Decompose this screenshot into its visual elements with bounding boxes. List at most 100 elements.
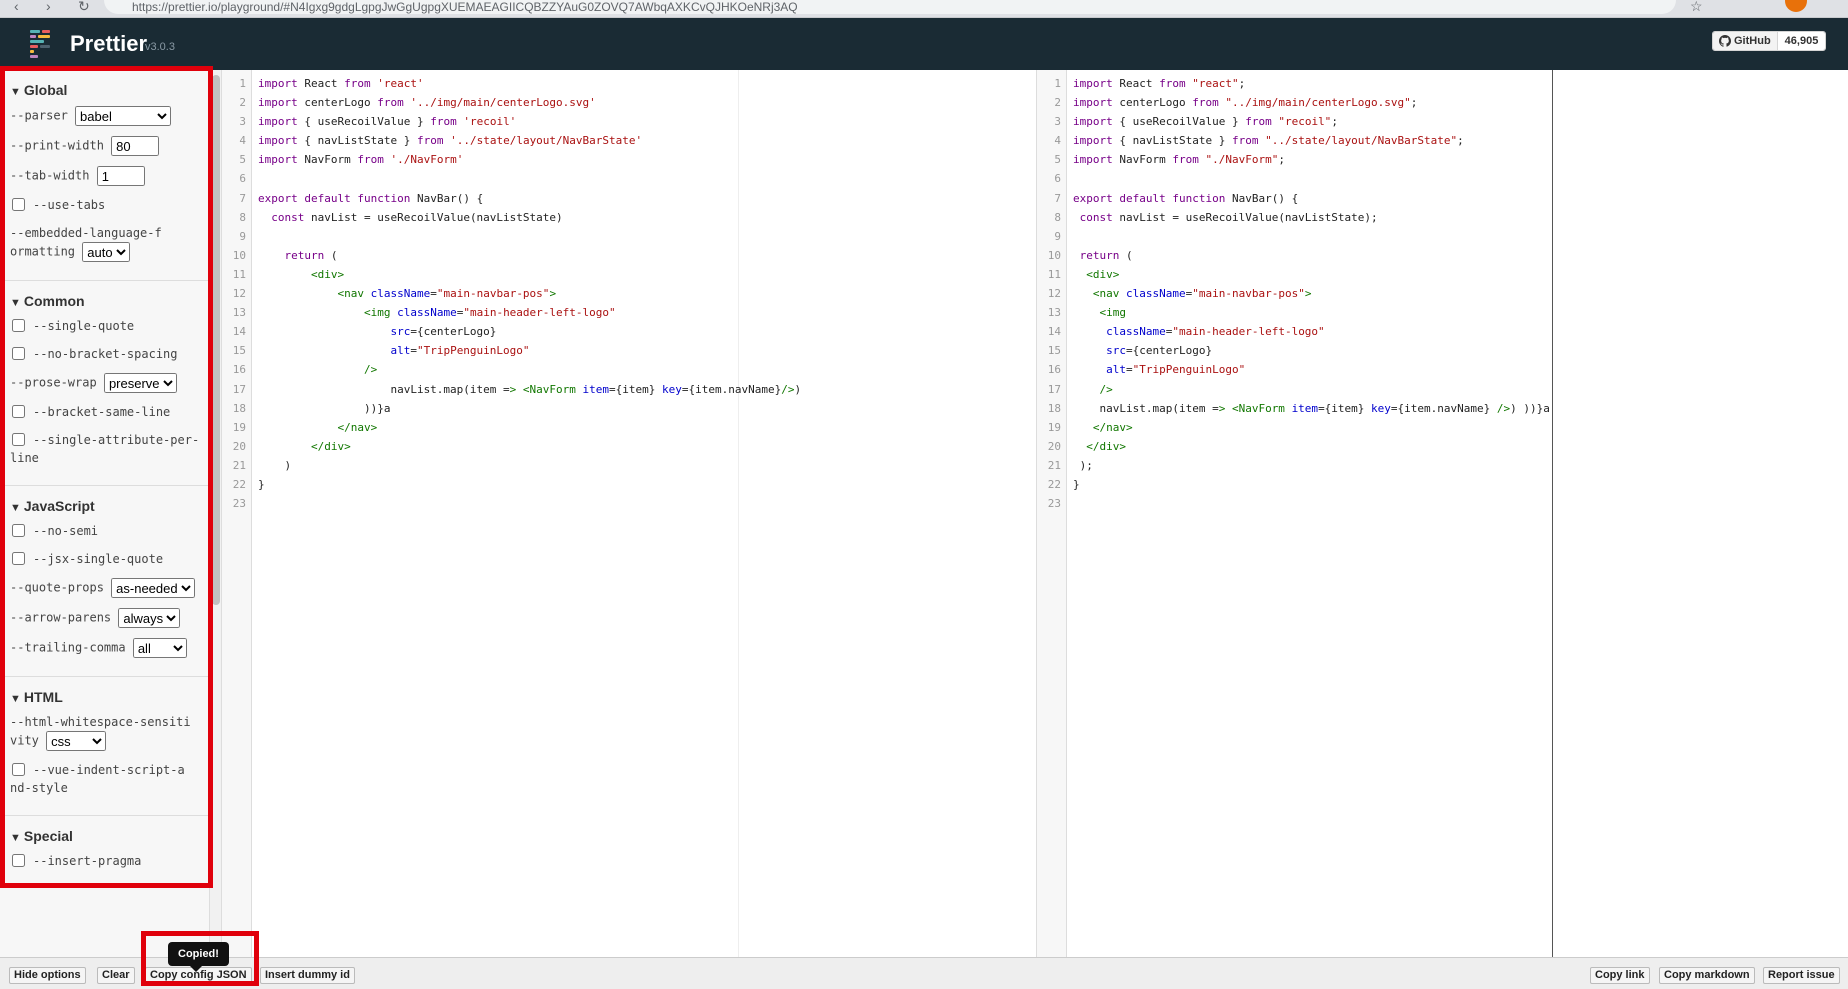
output-line[interactable]: 2 import centerLogo from "../img/main/cen… bbox=[1037, 93, 1552, 112]
input-line[interactable]: 14 src={centerLogo} bbox=[222, 322, 1036, 341]
code-text[interactable]: export default function NavBar() { bbox=[1073, 189, 1298, 208]
input-line[interactable]: 12 <nav className="main-navbar-pos"> bbox=[222, 284, 1036, 303]
code-text[interactable]: alt="TripPenguinLogo" bbox=[258, 341, 529, 360]
reload-icon[interactable]: ↻ bbox=[78, 0, 90, 13]
github-button[interactable]: GitHub 46,905 bbox=[1712, 31, 1827, 51]
code-text[interactable]: src={centerLogo} bbox=[1073, 341, 1212, 360]
star-icon[interactable]: ☆ bbox=[1690, 0, 1703, 13]
print-width-input[interactable] bbox=[111, 136, 160, 156]
trailing-comma-select[interactable]: all bbox=[132, 638, 187, 658]
code-text[interactable]: } bbox=[258, 475, 265, 494]
no-semi-checkbox[interactable] bbox=[12, 524, 25, 537]
copy-link-button[interactable]: Copy link bbox=[1590, 967, 1650, 984]
code-text[interactable]: <div> bbox=[1073, 265, 1119, 284]
output-line[interactable]: 13 <img bbox=[1037, 303, 1552, 322]
code-text[interactable]: alt="TripPenguinLogo" bbox=[1073, 360, 1245, 379]
input-line[interactable]: 23 bbox=[222, 494, 1036, 513]
code-text[interactable]: ))}a bbox=[258, 399, 391, 418]
code-text[interactable]: </nav> bbox=[1073, 418, 1133, 437]
input-code[interactable]: 1 import React from 'react' 2 import center… bbox=[222, 74, 1036, 513]
prose-wrap-select[interactable]: preserve bbox=[103, 373, 177, 393]
code-text[interactable]: /> bbox=[258, 360, 377, 379]
no-bracket-spacing-checkbox[interactable] bbox=[12, 347, 25, 360]
output-line[interactable]: 18 navList.map(item => <NavForm item={it… bbox=[1037, 399, 1552, 418]
report-issue-button[interactable]: Report issue bbox=[1763, 967, 1840, 984]
single-attribute-per-line-checkbox[interactable] bbox=[12, 433, 25, 446]
code-text[interactable]: import React from "react"; bbox=[1073, 74, 1245, 93]
code-text[interactable]: const navList = useRecoilValue(navListSt… bbox=[1073, 208, 1378, 227]
section-toggle-global[interactable]: ▼ Global bbox=[10, 82, 209, 98]
input-line[interactable]: 20 </div> bbox=[222, 437, 1036, 456]
code-text[interactable]: className="main-header-left-logo" bbox=[1073, 322, 1325, 341]
jsx-single-quote-checkbox[interactable] bbox=[12, 552, 25, 565]
output-line[interactable]: 21 ); bbox=[1037, 456, 1552, 475]
hide-options-button[interactable]: Hide options bbox=[9, 967, 86, 984]
code-text[interactable]: <nav className="main-navbar-pos"> bbox=[258, 284, 556, 303]
clear-button[interactable]: Clear bbox=[97, 967, 135, 984]
input-line[interactable]: 10 return ( bbox=[222, 246, 1036, 265]
input-line[interactable]: 8 const navList = useRecoilValue(navList… bbox=[222, 208, 1036, 227]
input-line[interactable]: 6 bbox=[222, 169, 1036, 188]
avatar[interactable] bbox=[1785, 0, 1807, 12]
html-whitespace-select[interactable]: css bbox=[46, 731, 107, 751]
input-line[interactable]: 7 export default function NavBar() { bbox=[222, 189, 1036, 208]
output-line[interactable]: 22} bbox=[1037, 475, 1552, 494]
code-text[interactable]: import { useRecoilValue } from "recoil"; bbox=[1073, 112, 1338, 131]
section-toggle-special[interactable]: ▼ Special bbox=[10, 828, 209, 844]
code-text[interactable]: <img bbox=[1073, 303, 1127, 322]
tab-width-input[interactable] bbox=[96, 166, 145, 186]
code-text[interactable]: </div> bbox=[258, 437, 351, 456]
input-line[interactable]: 9 bbox=[222, 227, 1036, 246]
back-icon[interactable]: ‹ bbox=[14, 0, 19, 13]
code-text[interactable]: </div> bbox=[1073, 437, 1126, 456]
input-line[interactable]: 17 navList.map(item => <NavForm item={it… bbox=[222, 380, 1036, 399]
input-editor[interactable]: 1 import React from 'react' 2 import center… bbox=[222, 70, 1036, 957]
code-text[interactable]: import { useRecoilValue } from 'recoil' bbox=[258, 112, 516, 131]
output-line[interactable]: 19 </nav> bbox=[1037, 418, 1552, 437]
code-text[interactable]: return ( bbox=[1073, 246, 1133, 265]
input-line[interactable]: 2 import centerLogo from '../img/main/cen… bbox=[222, 93, 1036, 112]
input-line[interactable]: 5 import NavForm from './NavForm' bbox=[222, 150, 1036, 169]
code-text[interactable]: <div> bbox=[258, 265, 344, 284]
code-text[interactable]: import React from 'react' bbox=[258, 74, 424, 93]
code-text[interactable]: import centerLogo from "../img/main/cent… bbox=[1073, 93, 1417, 112]
code-text[interactable]: import { navListState } from '../state/l… bbox=[258, 131, 642, 150]
bracket-same-line-checkbox[interactable] bbox=[12, 405, 25, 418]
code-text[interactable]: ); bbox=[1073, 456, 1093, 475]
code-text[interactable]: </nav> bbox=[258, 418, 377, 437]
code-text[interactable]: import { navListState } from "../state/l… bbox=[1073, 131, 1464, 150]
code-text[interactable]: import NavForm from "./NavForm"; bbox=[1073, 150, 1285, 169]
code-text[interactable]: import NavForm from './NavForm' bbox=[258, 150, 463, 169]
code-text[interactable]: navList.map(item => <NavForm item={item}… bbox=[1073, 399, 1549, 418]
scrollbar-thumb[interactable] bbox=[212, 75, 220, 605]
code-text[interactable]: export default function NavBar() { bbox=[258, 189, 483, 208]
section-toggle-common[interactable]: ▼ Common bbox=[10, 293, 209, 309]
github-star-count[interactable]: 46,905 bbox=[1776, 32, 1826, 50]
input-line[interactable]: 19 </nav> bbox=[222, 418, 1036, 437]
vue-indent-checkbox[interactable] bbox=[12, 763, 25, 776]
insert-dummy-id-button[interactable]: Insert dummy id bbox=[260, 967, 355, 984]
output-line[interactable]: 3 import { useRecoilValue } from "recoil"… bbox=[1037, 112, 1552, 131]
code-text[interactable]: ) bbox=[258, 456, 291, 475]
output-line[interactable]: 16 alt="TripPenguinLogo" bbox=[1037, 360, 1552, 379]
code-text[interactable]: <img className="main-header-left-logo" bbox=[258, 303, 616, 322]
single-quote-checkbox[interactable] bbox=[12, 319, 25, 332]
section-toggle-javascript[interactable]: ▼ JavaScript bbox=[10, 498, 209, 514]
input-line[interactable]: 22} bbox=[222, 475, 1036, 494]
code-text[interactable]: import centerLogo from '../img/main/cent… bbox=[258, 93, 596, 112]
embedded-formatting-select[interactable]: auto bbox=[82, 242, 131, 262]
input-line[interactable]: 16 /> bbox=[222, 360, 1036, 379]
code-text[interactable]: /> bbox=[1073, 380, 1113, 399]
output-editor[interactable]: 1 import React from "react"; 2 import cente… bbox=[1036, 70, 1552, 957]
output-line[interactable]: 14 className="main-header-left-logo" bbox=[1037, 322, 1552, 341]
code-text[interactable]: src={centerLogo} bbox=[258, 322, 496, 341]
input-line[interactable]: 15 alt="TripPenguinLogo" bbox=[222, 341, 1036, 360]
output-line[interactable]: 11 <div> bbox=[1037, 265, 1552, 284]
output-line[interactable]: 7 export default function NavBar() { bbox=[1037, 189, 1552, 208]
insert-pragma-checkbox[interactable] bbox=[12, 854, 25, 867]
output-line[interactable]: 9 bbox=[1037, 227, 1552, 246]
input-line[interactable]: 4 import { navListState } from '../state/… bbox=[222, 131, 1036, 150]
code-text[interactable]: return ( bbox=[258, 246, 338, 265]
arrow-parens-select[interactable]: always bbox=[118, 608, 181, 628]
parser-select[interactable]: babel bbox=[75, 106, 172, 126]
